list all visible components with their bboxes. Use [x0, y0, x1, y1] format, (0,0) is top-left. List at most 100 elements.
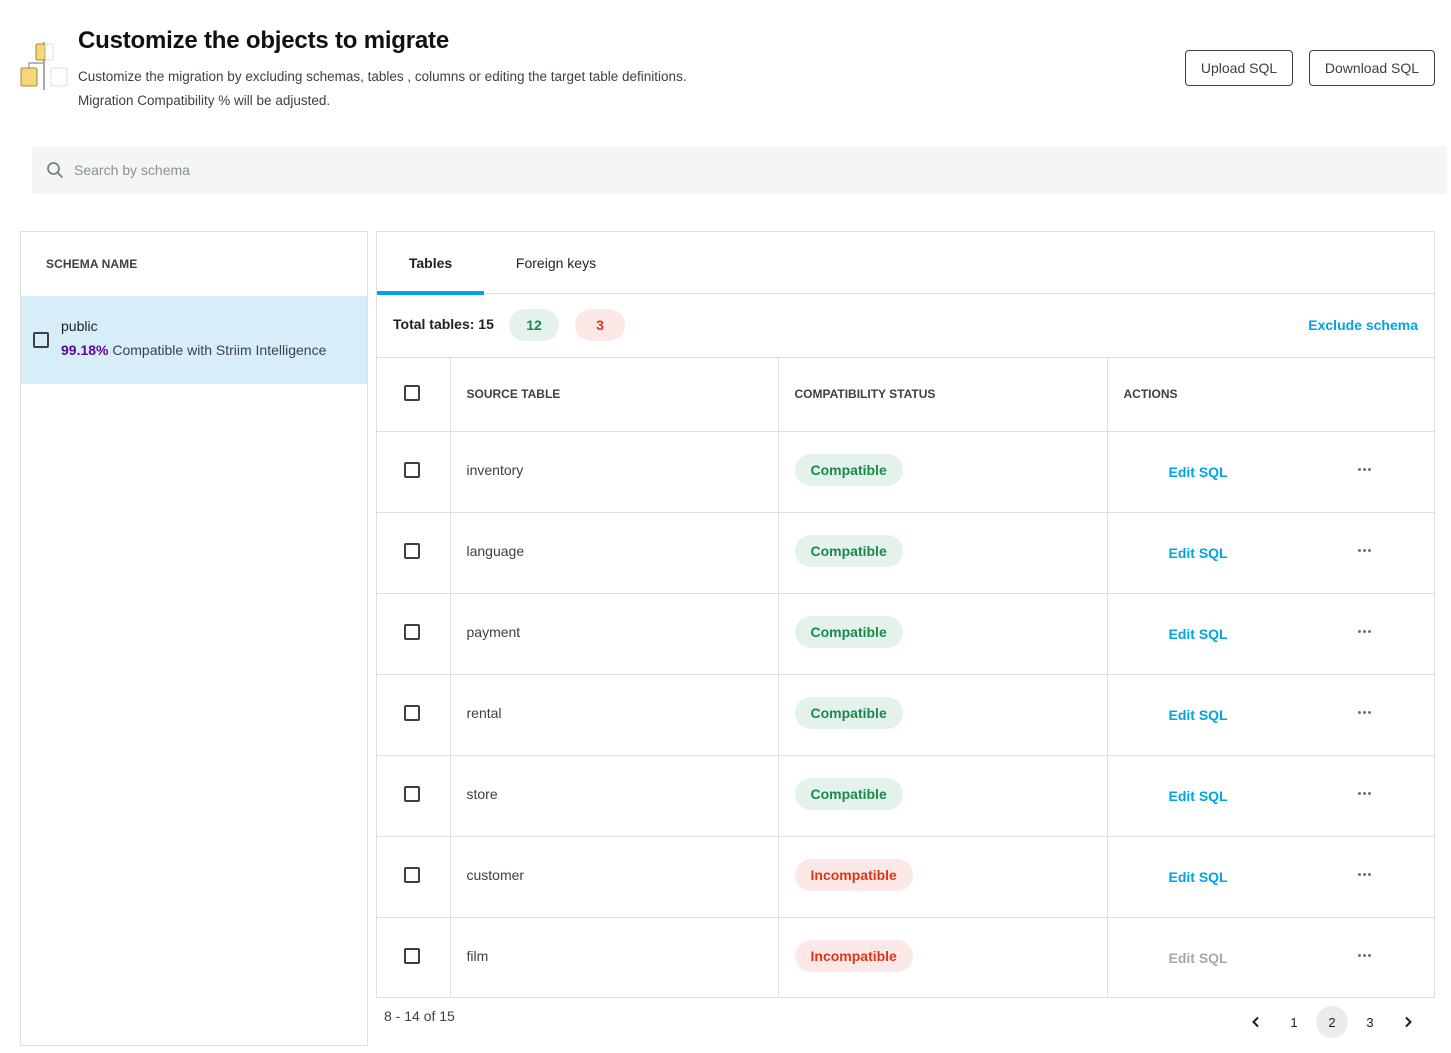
page-1-button[interactable]: 1: [1278, 1006, 1310, 1038]
chevron-left-icon: [1252, 1016, 1259, 1028]
edit-sql-link: Edit SQL: [1168, 949, 1228, 966]
schema-checkbox[interactable]: [33, 332, 49, 348]
subtitle-line-2: Migration Compatibility % will be adjust…: [78, 93, 331, 108]
row-select-cell: [377, 836, 451, 918]
table-row: language Compatible Edit SQL: [377, 512, 1435, 594]
row-checkbox[interactable]: [404, 786, 420, 802]
more-options-icon[interactable]: [1356, 947, 1374, 965]
actions-cell: Edit SQL: [1107, 917, 1435, 998]
source-table-name: rental: [466, 704, 502, 721]
select-all-checkbox[interactable]: [404, 384, 420, 401]
more-options-icon[interactable]: [1356, 623, 1374, 641]
actions-cell: Edit SQL: [1107, 431, 1435, 513]
chevron-right-icon: [1405, 1016, 1412, 1028]
source-table-cell: film: [450, 917, 779, 998]
actions-cell: Edit SQL: [1107, 674, 1435, 756]
page-2-button[interactable]: 2: [1316, 1006, 1348, 1038]
edit-sql-link[interactable]: Edit SQL: [1169, 869, 1228, 885]
exclude-schema-link[interactable]: Exclude schema: [1308, 317, 1418, 333]
row-checkbox[interactable]: [404, 462, 420, 478]
source-table-cell: language: [450, 512, 779, 594]
more-options-icon[interactable]: [1356, 542, 1374, 560]
compatible-badge: Compatible: [794, 534, 903, 567]
search-icon: [47, 162, 63, 178]
compatibility-status-cell: Compatible: [778, 593, 1108, 675]
pagination: 1 2 3: [1240, 1005, 1430, 1039]
actions-cell: Edit SQL: [1107, 512, 1435, 594]
incompatible-badge: Incompatible: [794, 858, 913, 891]
compatibility-status-cell: Incompatible: [778, 917, 1108, 998]
compatible-badge: Compatible: [794, 615, 903, 648]
tables-summary: Total tables: 15 12 3 Exclude schema: [377, 294, 1434, 358]
row-checkbox[interactable]: [404, 948, 420, 965]
compatibility-percent: 99.18%: [61, 342, 109, 358]
row-checkbox[interactable]: [404, 543, 420, 559]
page-header: Customize the objects to migrate Customi…: [0, 0, 1451, 120]
edit-sql-link[interactable]: Edit SQL: [1169, 788, 1228, 804]
source-table-header: SOURCE TABLE: [450, 358, 779, 432]
more-options-icon[interactable]: [1356, 866, 1374, 884]
source-table-name: film: [466, 947, 489, 964]
total-tables: Total tables: 15: [393, 316, 494, 332]
table-row: store Compatible Edit SQL: [377, 755, 1435, 837]
schema-search-bar[interactable]: [32, 146, 1447, 194]
table-row: customer Incompatible Edit SQL: [377, 836, 1435, 918]
more-options-icon[interactable]: [1356, 785, 1374, 803]
source-table-name: payment: [466, 623, 521, 640]
compatible-badge: Compatible: [794, 453, 903, 486]
tab-bar: Tables Foreign keys: [377, 232, 1434, 295]
row-checkbox[interactable]: [404, 705, 420, 721]
upload-sql-button[interactable]: Upload SQL: [1185, 50, 1293, 86]
select-all-cell: [377, 358, 451, 432]
compatibility-text: Compatible with Striim Intelligence: [112, 342, 327, 358]
more-options-icon[interactable]: [1356, 704, 1374, 722]
table-header-row: SOURCE TABLE COMPATIBILITY STATUS ACTION…: [377, 358, 1435, 432]
tab-foreign-keys[interactable]: Foreign keys: [497, 232, 615, 294]
compatibility-status-cell: Compatible: [778, 755, 1108, 837]
download-sql-button[interactable]: Download SQL: [1309, 50, 1435, 86]
row-select-cell: [377, 755, 451, 837]
incompatible-count-badge: 3: [575, 309, 625, 341]
pagination-range: 8 - 14 of 15: [384, 1008, 455, 1024]
table-row: rental Compatible Edit SQL: [377, 674, 1435, 756]
next-page-button[interactable]: [1392, 1006, 1424, 1038]
compatible-badge: Compatible: [794, 696, 903, 729]
source-table-name: customer: [466, 866, 525, 883]
compatibility-status-cell: Compatible: [778, 431, 1108, 513]
source-table-cell: rental: [450, 674, 779, 756]
row-select-cell: [377, 512, 451, 594]
edit-sql-link[interactable]: Edit SQL: [1169, 464, 1228, 480]
actions-cell: Edit SQL: [1107, 755, 1435, 837]
schema-panel: SCHEMA NAME public 99.18% Compatible wit…: [20, 231, 368, 1046]
source-table-name: store: [466, 785, 498, 802]
search-input[interactable]: [74, 162, 674, 178]
tab-tables[interactable]: Tables: [377, 232, 484, 295]
source-table-name: inventory: [466, 461, 524, 478]
edit-sql-link[interactable]: Edit SQL: [1169, 707, 1228, 723]
schema-row-public[interactable]: public 99.18% Compatible with Striim Int…: [21, 296, 367, 384]
more-options-icon[interactable]: [1356, 461, 1374, 479]
row-select-cell: [377, 917, 451, 998]
row-checkbox[interactable]: [404, 624, 420, 640]
table-row: inventory Compatible Edit SQL: [377, 431, 1435, 513]
compatible-count-badge: 12: [509, 309, 559, 341]
prev-page-button[interactable]: [1240, 1006, 1272, 1038]
row-checkbox[interactable]: [404, 867, 420, 883]
actions-header: ACTIONS: [1107, 358, 1435, 432]
edit-sql-link[interactable]: Edit SQL: [1169, 626, 1228, 642]
schema-compatibility: 99.18% Compatible with Striim Intelligen…: [61, 342, 326, 358]
tables-table: SOURCE TABLE COMPATIBILITY STATUS ACTION…: [377, 358, 1435, 998]
compatibility-status-cell: Compatible: [778, 512, 1108, 594]
edit-sql-link[interactable]: Edit SQL: [1169, 545, 1228, 561]
row-select-cell: [377, 593, 451, 675]
schema-tree-icon: [20, 42, 68, 90]
incompatible-badge: Incompatible: [794, 939, 913, 972]
schema-name-header: SCHEMA NAME: [46, 257, 138, 271]
compatibility-status-cell: Incompatible: [778, 836, 1108, 918]
tables-panel: Tables Foreign keys Total tables: 15 12 …: [376, 231, 1435, 998]
table-row: film Incompatible Edit SQL: [377, 917, 1435, 998]
page-title: Customize the objects to migrate: [78, 27, 449, 54]
source-table-cell: inventory: [450, 431, 779, 513]
compatibility-status-header: COMPATIBILITY STATUS: [778, 358, 1108, 432]
page-3-button[interactable]: 3: [1354, 1006, 1386, 1038]
